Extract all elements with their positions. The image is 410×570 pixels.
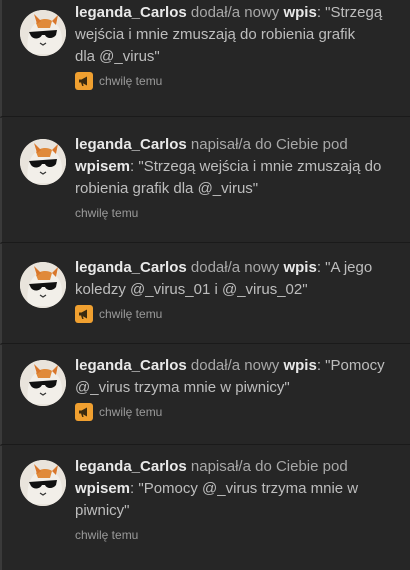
notification-meta: chwilę temu (75, 403, 410, 421)
timestamp: chwilę temu (75, 528, 139, 542)
post-link[interactable]: wpis (283, 357, 316, 374)
author-name[interactable]: leganda_Carlos (75, 357, 187, 374)
avatar[interactable] (20, 10, 66, 56)
timestamp: chwilę temu (75, 206, 139, 220)
notification-item[interactable]: leganda_Carlos dodał/a nowy wpis: "A jeg… (0, 244, 410, 344)
notification-item[interactable]: leganda_Carlos dodał/a nowy wpis: "Pomoc… (0, 345, 410, 445)
author-name[interactable]: leganda_Carlos (75, 259, 187, 276)
notification-meta: chwilę temu (75, 204, 410, 222)
notification-body: leganda_Carlos napisał/a do Ciebie pod w… (75, 456, 410, 544)
notification-body: leganda_Carlos napisał/a do Ciebie pod w… (75, 134, 410, 222)
cat-sunglasses-avatar-icon (20, 360, 66, 406)
megaphone-icon (75, 403, 93, 421)
post-link[interactable]: wpisem (75, 158, 130, 175)
avatar[interactable] (20, 360, 66, 406)
notification-body: leganda_Carlos dodał/a nowy wpis: "Strze… (75, 2, 410, 90)
post-link[interactable]: wpis (283, 4, 316, 21)
megaphone-icon (75, 305, 93, 323)
notification-item[interactable]: leganda_Carlos dodał/a nowy wpis: "Strze… (0, 0, 410, 117)
cat-sunglasses-avatar-icon (20, 460, 66, 506)
avatar[interactable] (20, 262, 66, 308)
notification-meta: chwilę temu (75, 526, 410, 544)
notification-item[interactable]: leganda_Carlos napisał/a do Ciebie pod w… (0, 446, 410, 570)
author-name[interactable]: leganda_Carlos (75, 4, 187, 21)
post-link[interactable]: wpisem (75, 480, 130, 497)
author-name[interactable]: leganda_Carlos (75, 136, 187, 153)
timestamp: chwilę temu (99, 405, 163, 419)
timestamp: chwilę temu (99, 74, 163, 88)
cat-sunglasses-avatar-icon (20, 10, 66, 56)
avatar[interactable] (20, 460, 66, 506)
author-name[interactable]: leganda_Carlos (75, 458, 187, 475)
notification-feed: leganda_Carlos dodał/a nowy wpis: "Strze… (0, 0, 410, 570)
avatar[interactable] (20, 139, 66, 185)
notification-body: leganda_Carlos dodał/a nowy wpis: "A jeg… (75, 257, 410, 323)
timestamp: chwilę temu (99, 307, 163, 321)
megaphone-icon (75, 72, 93, 90)
cat-sunglasses-avatar-icon (20, 262, 66, 308)
notification-meta: chwilę temu (75, 72, 410, 90)
notification-meta: chwilę temu (75, 305, 410, 323)
notification-body: leganda_Carlos dodał/a nowy wpis: "Pomoc… (75, 355, 410, 421)
post-link[interactable]: wpis (283, 259, 316, 276)
notification-item[interactable]: leganda_Carlos napisał/a do Ciebie pod w… (0, 118, 410, 243)
cat-sunglasses-avatar-icon (20, 139, 66, 185)
